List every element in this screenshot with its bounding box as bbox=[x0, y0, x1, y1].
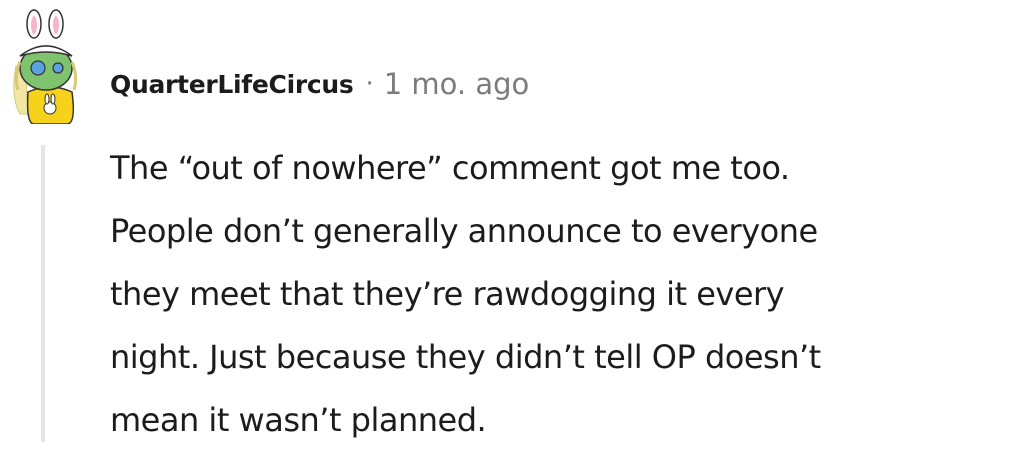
comment-body-line: mean it wasn’t planned. bbox=[110, 401, 487, 439]
meta-separator: · bbox=[365, 69, 374, 99]
author-username[interactable]: QuarterLifeCircus bbox=[110, 70, 354, 99]
snoo-avatar-icon bbox=[13, 9, 78, 125]
comment-body-line: The “out of nowhere” comment got me too. bbox=[110, 149, 790, 187]
comment-body-line: night. Just because they didn’t tell OP … bbox=[110, 338, 821, 376]
comment-body-line: People don’t generally announce to every… bbox=[110, 212, 818, 250]
comment: QuarterLifeCircus · 1 mo. ago The “out o… bbox=[0, 0, 1021, 442]
comment-timestamp[interactable]: 1 mo. ago bbox=[384, 67, 530, 101]
thread-collapse-line[interactable] bbox=[41, 145, 45, 442]
comment-body: The “out of nowhere” comment got me too.… bbox=[110, 137, 1015, 452]
comment-meta: QuarterLifeCircus · 1 mo. ago bbox=[110, 64, 529, 104]
avatar[interactable] bbox=[6, 6, 86, 125]
comment-body-line: they meet that they’re rawdogging it eve… bbox=[110, 275, 785, 313]
